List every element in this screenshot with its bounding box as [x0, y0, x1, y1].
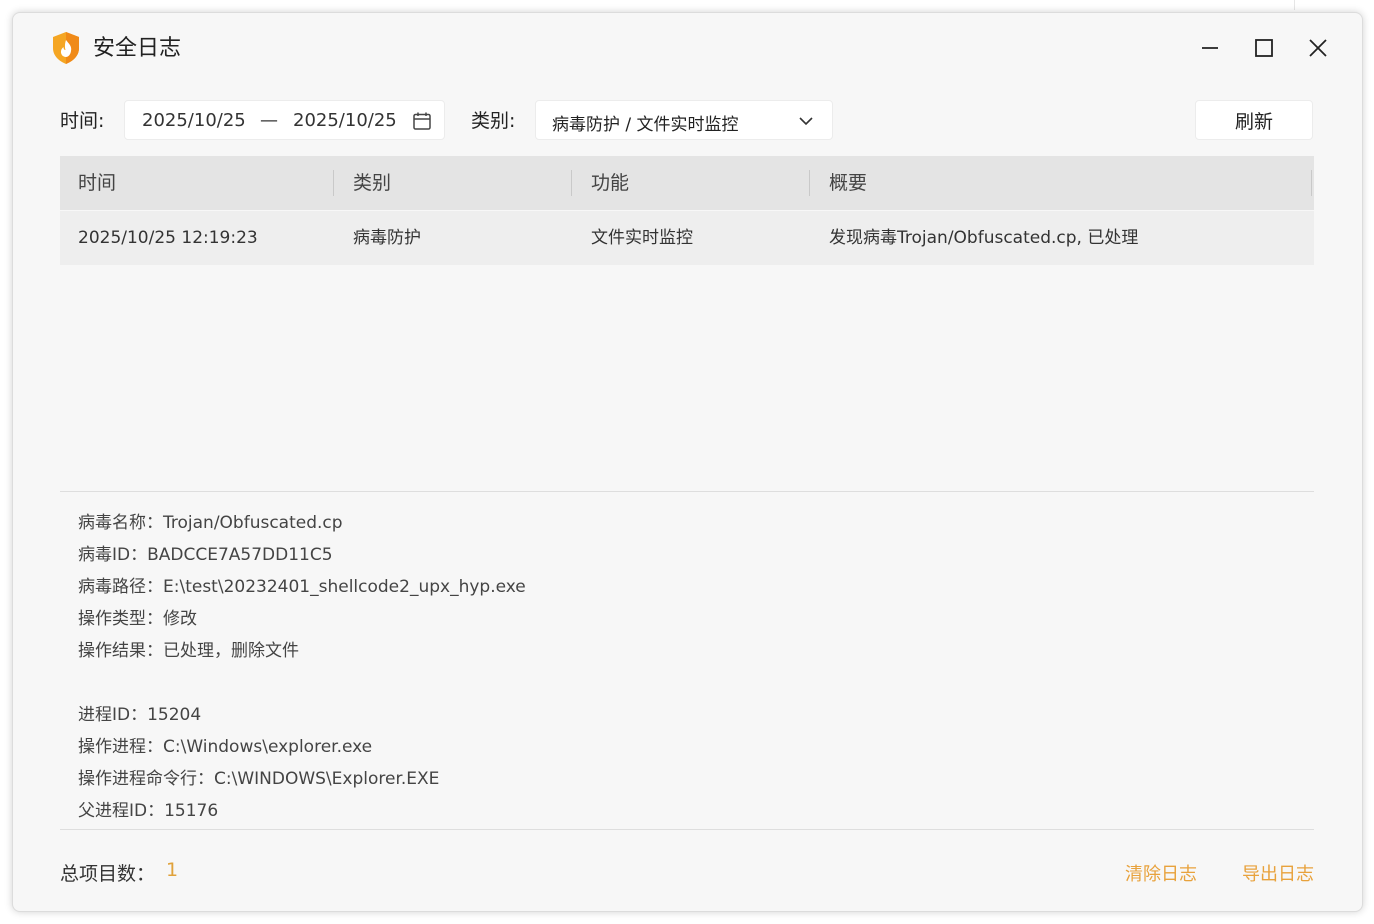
column-header-time[interactable]: 时间 [78, 156, 116, 210]
detail-operation-process: 操作进程：C:\Windows\explorer.exe [78, 737, 373, 757]
category-label: 类别: [471, 110, 516, 132]
close-button[interactable] [1303, 33, 1333, 63]
refresh-button[interactable]: 刷新 [1195, 100, 1313, 140]
filter-toolbar: 时间: 2025/10/25 — 2025/10/25 类别: 病毒防护 / 文… [13, 99, 1362, 141]
detail-process-id: 进程ID：15204 [78, 705, 202, 725]
column-header-function[interactable]: 功能 [591, 156, 629, 210]
security-log-window: 安全日志 时间: 2025/10/25 — 2025/10/25 类别: 病毒防… [12, 12, 1363, 912]
maximize-icon [1255, 39, 1273, 57]
total-items-label: 总项目数： [60, 863, 156, 885]
maximize-button[interactable] [1249, 33, 1279, 63]
column-divider[interactable] [333, 170, 334, 196]
minimize-icon [1202, 47, 1218, 49]
footer-bar: 总项目数： 1 清除日志 导出日志 [13, 855, 1362, 889]
date-start-field[interactable]: 2025/10/25 [142, 110, 246, 131]
desktop-edge [1294, 0, 1295, 10]
shield-flame-icon [53, 32, 79, 64]
cell-summary: 发现病毒Trojan/Obfuscated.cp, 已处理 [829, 228, 1139, 248]
clear-log-link[interactable]: 清除日志 [1125, 860, 1197, 886]
total-items-count: 1 [166, 859, 179, 881]
column-header-summary[interactable]: 概要 [829, 156, 867, 210]
close-icon [1309, 39, 1327, 57]
export-log-link[interactable]: 导出日志 [1242, 860, 1314, 886]
category-select[interactable]: 病毒防护 / 文件实时监控 [535, 100, 833, 140]
details-divider-top [60, 491, 1314, 492]
minimize-button[interactable] [1195, 33, 1225, 63]
details-divider-bottom [60, 829, 1314, 830]
date-separator: — [260, 110, 278, 131]
column-divider[interactable] [571, 170, 572, 196]
table-row[interactable]: 2025/10/25 12:19:23 病毒防护 文件实时监控 发现病毒Troj… [60, 211, 1314, 265]
title-bar: 安全日志 [13, 13, 1362, 85]
cell-time: 2025/10/25 12:19:23 [78, 228, 258, 248]
detail-panel: 病毒名称：Trojan/Obfuscated.cp 病毒ID：BADCCE7A5… [78, 507, 526, 827]
cell-category: 病毒防护 [353, 228, 421, 248]
column-divider[interactable] [1311, 170, 1312, 196]
detail-operation-type: 操作类型：修改 [78, 609, 197, 629]
detail-parent-process-id: 父进程ID：15176 [78, 801, 219, 821]
chevron-down-icon [799, 117, 813, 126]
detail-virus-path: 病毒路径：E:\test\20232401_shellcode2_upx_hyp… [78, 577, 526, 597]
calendar-icon[interactable] [412, 111, 432, 131]
category-select-value: 病毒防护 / 文件实时监控 [552, 115, 739, 135]
window-title: 安全日志 [93, 36, 182, 61]
table-header: 时间 类别 功能 概要 [60, 156, 1314, 210]
detail-process-command-line: 操作进程命令行：C:\WINDOWS\Explorer.EXE [78, 769, 440, 789]
cell-function: 文件实时监控 [591, 228, 693, 248]
column-header-category[interactable]: 类别 [353, 156, 391, 210]
detail-virus-name: 病毒名称：Trojan/Obfuscated.cp [78, 513, 343, 533]
date-end-field[interactable]: 2025/10/25 [293, 110, 397, 131]
time-label: 时间: [60, 110, 105, 132]
log-table: 时间 类别 功能 概要 2025/10/25 12:19:23 病毒防护 文件实… [60, 156, 1314, 265]
detail-operation-result: 操作结果：已处理，删除文件 [78, 641, 299, 661]
detail-blank-line [78, 667, 526, 699]
column-divider[interactable] [809, 170, 810, 196]
date-range-picker[interactable]: 2025/10/25 — 2025/10/25 [124, 100, 445, 140]
detail-virus-id: 病毒ID：BADCCE7A57DD11C5 [78, 545, 333, 565]
